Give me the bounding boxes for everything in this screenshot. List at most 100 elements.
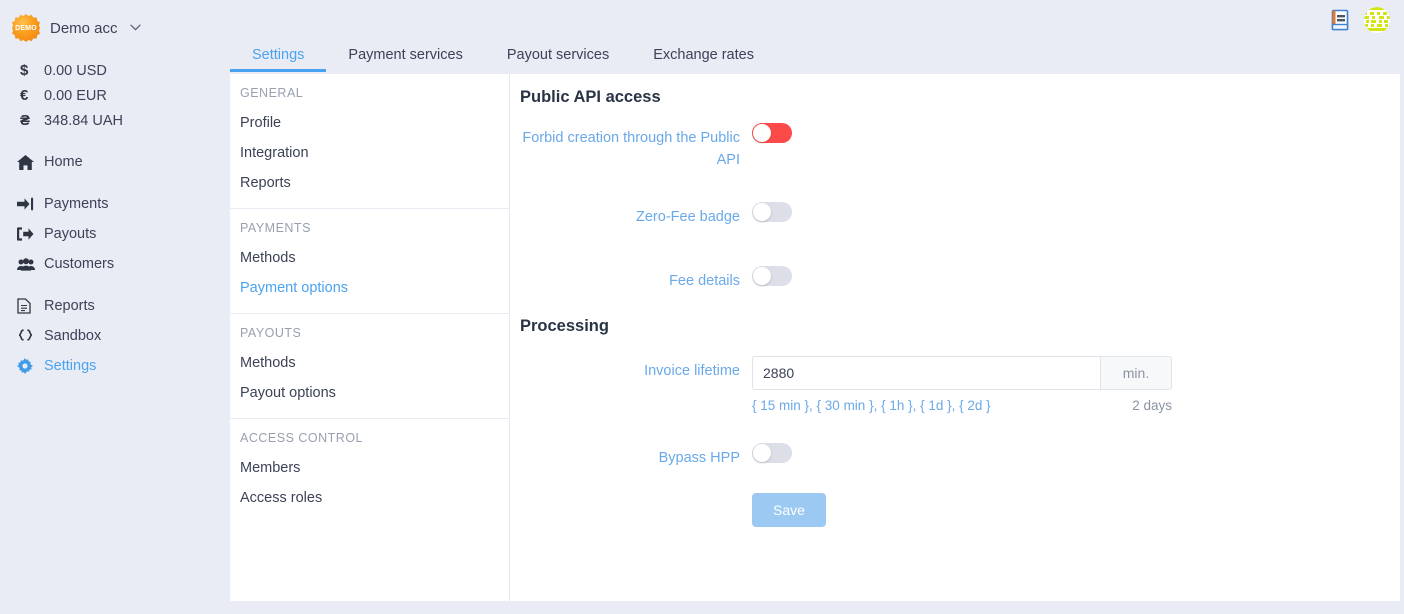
field-control-forbid-public-api [752,123,1400,148]
sidebar-item-payouts[interactable]: Payouts [0,219,218,249]
submenu-section-payouts: PAYOUTS Methods Payout options [230,313,509,418]
field-label-forbid-public-api: Forbid creation through the Public API [522,130,740,169]
toggle-knob [753,202,771,221]
main-region: Settings Payment services Payout service… [218,0,1404,614]
invoice-lifetime-human-readable: 2 days [1132,397,1172,413]
field-control-zero-fee-badge [752,201,1400,227]
top-bar [218,0,1404,40]
submenu-item-access-roles[interactable]: Access roles [230,483,509,513]
submenu-item-reports[interactable]: Reports [230,168,509,198]
submenu-heading-payouts: PAYOUTS [240,326,302,340]
tab-exchange-rates[interactable]: Exchange rates [631,47,776,72]
account-switcher[interactable]: DEMO Demo acc [0,8,218,48]
field-control-bypass-hpp [752,442,1400,468]
app-root: DEMO Demo acc $ 0.00 USD € 0.00 EUR ₴ 34… [0,0,1404,614]
sidebar-item-label-settings: Settings [44,358,97,374]
balance-row-usd: $ 0.00 USD [0,58,218,83]
field-bypass-hpp: Bypass HPP [520,442,1400,469]
toggle-bypass-hpp[interactable] [752,442,792,463]
field-forbid-public-api: Forbid creation through the Public API [520,123,1400,172]
field-label-fee-details: Fee details [669,273,740,290]
submenu-item-payout-methods[interactable]: Methods [230,348,509,378]
sidebar-item-label-payments: Payments [44,196,109,212]
balance-row-uah: ₴ 348.84 UAH [0,108,218,133]
submenu-section-access-control: ACCESS CONTROL Members Access roles [230,418,509,523]
document-icon [14,298,44,314]
settings-submenu: GENERAL Profile Integration Reports PAYM… [230,74,510,601]
sidebar-item-home[interactable]: Home [0,147,218,177]
tab-settings[interactable]: Settings [230,47,327,72]
submenu-section-general: GENERAL Profile Integration Reports [230,86,509,208]
account-logo: DEMO [12,14,40,42]
toggle-forbid-public-api[interactable] [752,123,792,143]
tab-payout-services[interactable]: Payout services [485,47,631,72]
sidebar-item-label-sandbox: Sandbox [44,328,102,344]
field-label-invoice-lifetime: Invoice lifetime [644,362,740,379]
balance-value-uah: 348.84 UAH [44,112,123,129]
balance-value-eur: 0.00 EUR [44,87,107,104]
submenu-item-payment-options[interactable]: Payment options [230,273,509,303]
sign-out-arrow-icon [14,227,44,241]
toggle-zero-fee-badge[interactable] [752,201,792,222]
submenu-item-profile[interactable]: Profile [230,108,509,138]
form-actions-control: Save [752,469,1400,528]
submenu-item-integration[interactable]: Integration [230,138,509,168]
field-zero-fee-badge: Zero-Fee badge [520,201,1400,228]
users-icon [14,257,44,271]
tab-payment-services[interactable]: Payment services [326,47,484,72]
nav-group-main: Home [0,147,218,177]
sidebar-item-settings[interactable]: Settings [0,351,218,381]
dollar-sign-icon: $ [20,62,29,79]
sidebar-item-payments[interactable]: Payments [0,189,218,219]
primary-sidebar: DEMO Demo acc $ 0.00 USD € 0.00 EUR ₴ 34… [0,0,218,614]
account-name: Demo acc [50,19,118,37]
field-control-fee-details [752,266,1400,291]
submenu-item-payout-options[interactable]: Payout options [230,378,509,408]
submenu-heading-payments: PAYMENTS [240,221,311,235]
hryvnia-sign-icon: ₴ [20,112,31,129]
invoice-lifetime-presets[interactable]: { 15 min }, { 30 min }, { 1h }, { 1d }, … [752,398,991,413]
form-actions-spacer [520,469,752,473]
nav-group-transactions: Payments Payouts Customers [0,189,218,279]
toggle-fee-details[interactable] [752,266,792,287]
field-fee-details: Fee details [520,266,1400,292]
field-invoice-lifetime: Invoice lifetime min. { 15 min }, { 30 m… [520,355,1400,413]
nav-spacer-1 [0,177,218,189]
code-braces-icon [14,328,44,344]
submenu-item-payment-methods[interactable]: Methods [230,243,509,273]
form-actions: Save [520,469,1400,528]
content-panel: GENERAL Profile Integration Reports PAYM… [230,74,1400,601]
save-button[interactable]: Save [752,493,826,528]
sidebar-item-label-customers: Customers [44,256,115,272]
book-icon[interactable] [1330,9,1350,31]
invoice-lifetime-input-group: min. [752,355,1172,390]
section-title-processing: Processing [520,316,609,335]
sidebar-item-customers[interactable]: Customers [0,249,218,279]
section-title-public-api: Public API access [520,88,661,106]
sidebar-item-reports[interactable]: Reports [0,291,218,321]
submenu-section-payments: PAYMENTS Methods Payment options [230,208,509,313]
submenu-heading-general: GENERAL [240,86,304,100]
home-icon [14,154,44,170]
field-label-bypass-hpp: Bypass HPP [658,449,740,466]
tab-label-payout-services: Payout services [506,47,610,63]
sidebar-item-sandbox[interactable]: Sandbox [0,321,218,351]
toggle-knob [753,443,771,462]
nav-spacer-2 [0,279,218,291]
sign-in-arrow-icon [14,197,44,211]
field-control-invoice-lifetime: min. { 15 min }, { 30 min }, { 1h }, { 1… [752,355,1400,413]
submenu-heading-access-control: ACCESS CONTROL [240,431,363,445]
nav-group-tools: Reports Sandbox Settings [0,291,218,381]
sidebar-item-label-payouts: Payouts [44,226,97,242]
identicon-avatar[interactable] [1364,7,1390,33]
account-logo-label: DEMO [15,24,37,32]
settings-form: Public API access Forbid creation throug… [510,74,1400,601]
invoice-lifetime-input[interactable] [752,355,1100,390]
gear-icon [14,358,44,374]
chevron-down-icon [129,23,141,34]
tab-label-exchange-rates: Exchange rates [653,47,754,63]
submenu-item-members[interactable]: Members [230,453,509,483]
field-label-zero-fee-badge: Zero-Fee badge [636,208,740,225]
invoice-lifetime-hints: { 15 min }, { 30 min }, { 1h }, { 1d }, … [752,398,1172,413]
balance-value-usd: 0.00 USD [44,62,107,79]
